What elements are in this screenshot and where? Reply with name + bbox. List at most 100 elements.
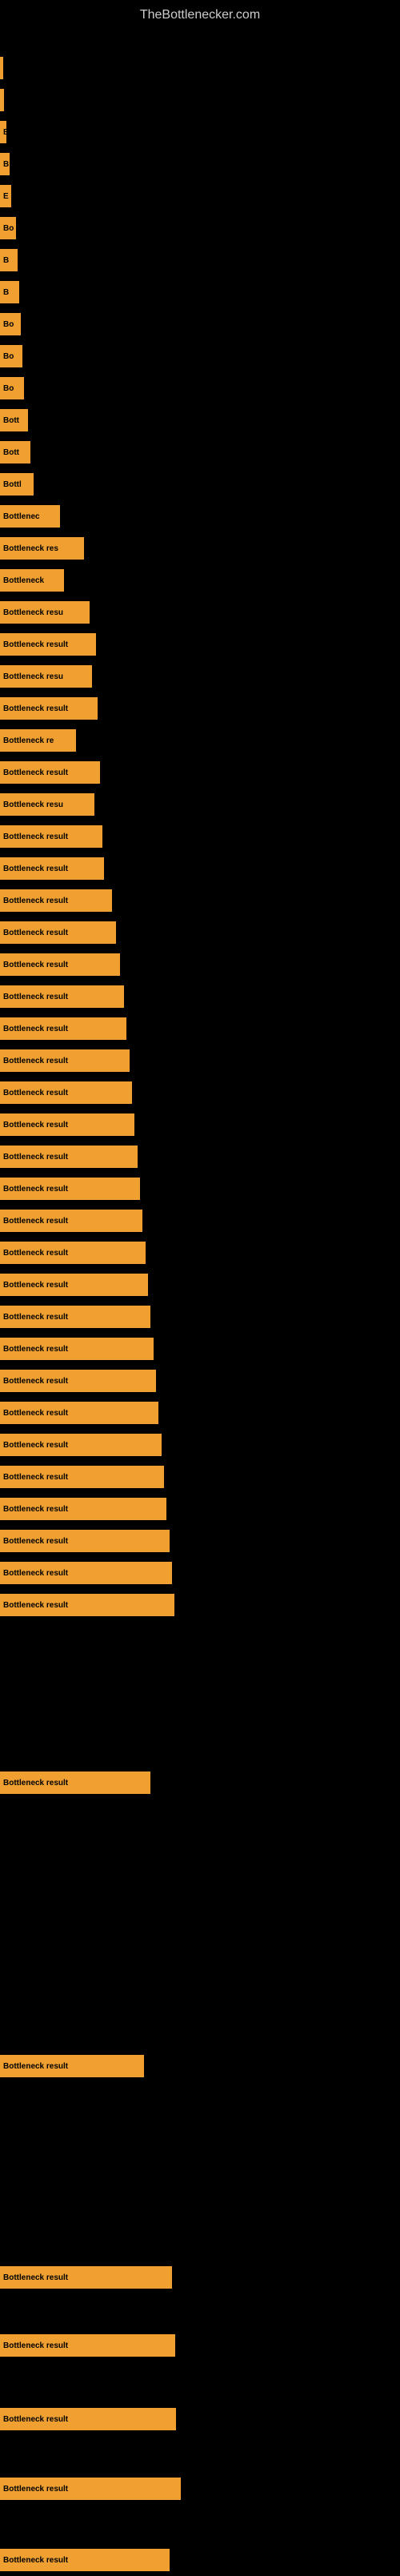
bar-label: Bo	[3, 224, 14, 233]
bar: Bottleneck result	[0, 1466, 164, 1488]
bar: Bottleneck resu	[0, 601, 90, 624]
bar-row: B	[0, 244, 400, 276]
bar: B	[0, 281, 19, 303]
bar: Bottleneck result	[0, 1370, 156, 1392]
bar-label: Bottleneck result	[3, 640, 68, 649]
bar: Bottleneck re	[0, 729, 76, 752]
bar-row: Bottleneck result	[0, 981, 400, 1013]
bar-label: Bottleneck result	[3, 2062, 68, 2071]
bar: Bottleneck result	[0, 2478, 181, 2500]
bar-row: Bottleneck result	[0, 1077, 400, 1109]
site-title: TheBottlenecker.com	[0, 2, 400, 29]
bar: B	[0, 153, 10, 175]
bar: Bottlenec	[0, 505, 60, 528]
bar: Bottleneck result	[0, 1306, 150, 1328]
bar-label: Bottleneck result	[3, 961, 68, 969]
bar-label: Bottleneck result	[3, 768, 68, 777]
bar-row: Bottleneck result	[0, 1589, 400, 1621]
bar-label: Bottleneck result	[3, 2556, 68, 2565]
bar-row: Bottleneck result	[0, 1141, 400, 1173]
bar: Bottl	[0, 473, 34, 496]
bar-row: Bottleneck result	[0, 1173, 400, 1205]
bar: Bottleneck result	[0, 825, 102, 848]
bar-label: Bottleneck result	[3, 897, 68, 905]
bar-label: Bottleneck result	[3, 1601, 68, 1610]
bar: Bo	[0, 313, 21, 335]
bar-row: Bottleneck result	[0, 2473, 400, 2505]
bar: Bott	[0, 441, 30, 463]
bar: Bottleneck result	[0, 1562, 172, 1584]
bar: Bottleneck res	[0, 537, 84, 560]
bar: Bottleneck result	[0, 985, 124, 1008]
bar: Bottleneck result	[0, 1178, 140, 1200]
bar-label: Bottleneck res	[3, 544, 58, 553]
bar-row: Bottleneck	[0, 564, 400, 596]
bar-label: Bottleneck resu	[3, 672, 63, 681]
bar-label: Bottleneck result	[3, 1441, 68, 1450]
bar-row: Bottleneck result	[0, 1333, 400, 1365]
bar-row: Bottleneck result	[0, 1461, 400, 1493]
bar-label: E	[3, 192, 9, 201]
bar-label: B	[3, 160, 9, 169]
bar-row: Bottleneck resu	[0, 788, 400, 821]
bar-label: Bottleneck result	[3, 1121, 68, 1130]
bar-row: Bott	[0, 436, 400, 468]
bar-row: Bottleneck result	[0, 2329, 400, 2361]
bar-row: Bo	[0, 212, 400, 244]
bar-row: Bottleneck result	[0, 885, 400, 917]
bar-label: Bottleneck result	[3, 2485, 68, 2494]
bar-row: Bottlenec	[0, 500, 400, 532]
bar-row: Bott	[0, 404, 400, 436]
bar-row: Bottleneck result	[0, 821, 400, 853]
bar: Bottleneck	[0, 569, 64, 592]
bar-label: B	[3, 288, 9, 297]
bar-row: Bottleneck result	[0, 1429, 400, 1461]
bar-row: Bottleneck result	[0, 1045, 400, 1077]
bar: Bottleneck result	[0, 1274, 148, 1296]
bar-row: Bottleneck result	[0, 1013, 400, 1045]
bar-row: Bottleneck result	[0, 1269, 400, 1301]
bar: Bott	[0, 409, 28, 431]
bar: Bo	[0, 345, 22, 367]
bar-label: Bottleneck result	[3, 1377, 68, 1386]
bar-row: Bottleneck result	[0, 2050, 400, 2082]
bar: Bottleneck result	[0, 2055, 144, 2077]
bar-label: Bottleneck result	[3, 1281, 68, 1290]
bar-label: Bottleneck resu	[3, 800, 63, 809]
bar-row: Bottleneck result	[0, 756, 400, 788]
bar: Bottleneck result	[0, 761, 100, 784]
bar-row: Bottleneck res	[0, 532, 400, 564]
bar-label: Bottleneck result	[3, 704, 68, 713]
bar-label: Bottleneck result	[3, 1779, 68, 1788]
bar-label: Bottleneck result	[3, 833, 68, 841]
bar-row: Bottleneck result	[0, 692, 400, 724]
bar-row	[0, 52, 400, 84]
bar: Bottleneck result	[0, 1772, 150, 1794]
bar-label: Bottleneck result	[3, 1089, 68, 1097]
bar: B	[0, 249, 18, 271]
bar-row: Bottleneck result	[0, 1767, 400, 1799]
bar: Bottleneck resu	[0, 665, 92, 688]
bar: Bottleneck result	[0, 953, 120, 976]
bar-label: Bottleneck result	[3, 1345, 68, 1354]
bar-label: Bottleneck result	[3, 1473, 68, 1482]
bar-label: E	[3, 128, 6, 137]
bar-label: Bott	[3, 416, 19, 425]
bar-row: Bottleneck result	[0, 2261, 400, 2293]
bar: Bottleneck result	[0, 1049, 130, 1072]
bar-label: Bottleneck result	[3, 2273, 68, 2282]
bar-row: Bottleneck result	[0, 917, 400, 949]
bar-row: Bottleneck result	[0, 1397, 400, 1429]
bar-label: Bottleneck result	[3, 1185, 68, 1194]
bar-label: Bottlenec	[3, 512, 40, 521]
bar: Bottleneck result	[0, 2266, 172, 2289]
bar: Bottleneck result	[0, 633, 96, 656]
bar-label: Bottleneck result	[3, 1409, 68, 1418]
bar-row: Bottleneck result	[0, 1557, 400, 1589]
bar: Bo	[0, 217, 16, 239]
bar: Bottleneck result	[0, 889, 112, 912]
bar-label: Bottleneck	[3, 576, 44, 585]
bar: Bottleneck result	[0, 697, 98, 720]
bar: Bottleneck result	[0, 857, 104, 880]
bar-label: Bo	[3, 352, 14, 361]
